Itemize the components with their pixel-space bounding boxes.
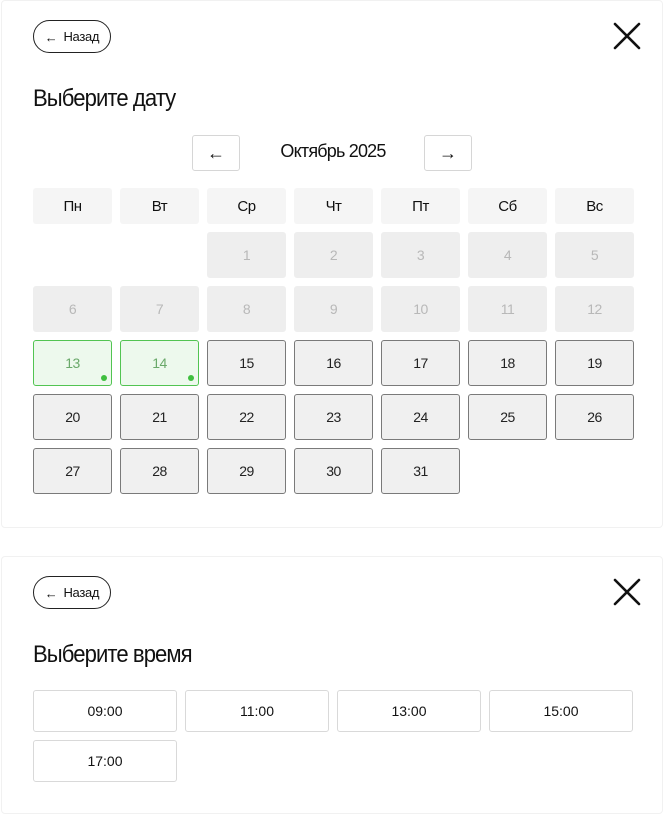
day-number: 9 — [329, 301, 338, 317]
day-number: 7 — [155, 301, 164, 317]
weekday-label: Чт — [294, 188, 373, 224]
calendar-day-18[interactable]: 18 — [468, 340, 547, 386]
calendar-day-1: 1 — [207, 232, 286, 278]
day-number: 4 — [503, 247, 512, 263]
day-number: 17 — [413, 355, 428, 371]
prev-month-button[interactable]: ← — [192, 135, 240, 171]
day-number: 2 — [329, 247, 338, 263]
time-slot-button[interactable]: 09:00 — [33, 690, 177, 732]
day-number: 18 — [500, 355, 515, 371]
back-button-label: Назад — [63, 585, 100, 600]
day-number: 15 — [239, 355, 254, 371]
day-number: 27 — [65, 463, 80, 479]
close-icon[interactable] — [613, 578, 641, 606]
date-picker-card: ← Назад Выберите дату ← Октябрь 2025 → П… — [1, 0, 663, 528]
day-number: 19 — [587, 355, 602, 371]
arrow-left-icon: ← — [207, 142, 225, 163]
calendar-day-21[interactable]: 21 — [120, 394, 199, 440]
arrow-left-icon: ← — [44, 586, 58, 601]
day-number: 14 — [152, 355, 167, 371]
calendar-day-29[interactable]: 29 — [207, 448, 286, 494]
calendar-day-17[interactable]: 17 — [381, 340, 460, 386]
arrow-right-icon: → — [439, 142, 457, 163]
calendar-day-23[interactable]: 23 — [294, 394, 373, 440]
calendar-day-27[interactable]: 27 — [33, 448, 112, 494]
day-number: 22 — [239, 409, 254, 425]
time-slots: 09:00 11:00 13:00 15:00 17:00 — [33, 690, 633, 782]
day-number: 6 — [68, 301, 77, 317]
day-number: 30 — [326, 463, 341, 479]
month-label: Октябрь 2025 — [280, 141, 386, 161]
calendar-day-8: 8 — [207, 286, 286, 332]
calendar-day-13[interactable]: 13 — [33, 340, 112, 386]
day-number: 11 — [500, 301, 515, 317]
calendar-day-10: 10 — [381, 286, 460, 332]
calendar-day-31[interactable]: 31 — [381, 448, 460, 494]
calendar-day-6: 6 — [33, 286, 112, 332]
calendar-day-30[interactable]: 30 — [294, 448, 373, 494]
calendar-day-3: 3 — [381, 232, 460, 278]
weekday-label: Пт — [381, 188, 460, 224]
weekday-label: Сб — [468, 188, 547, 224]
back-button[interactable]: ← Назад — [33, 576, 111, 609]
calendar-day-14[interactable]: 14 — [120, 340, 199, 386]
calendar-day-28[interactable]: 28 — [120, 448, 199, 494]
day-number: 1 — [242, 247, 251, 263]
day-number: 13 — [65, 355, 80, 371]
time-slot-button[interactable]: 15:00 — [489, 690, 633, 732]
weekday-label: Ср — [207, 188, 286, 224]
calendar-day-20[interactable]: 20 — [33, 394, 112, 440]
day-number: 21 — [152, 409, 167, 425]
day-number: 31 — [413, 463, 428, 479]
time-picker-card: ← Назад Выберите время 09:00 11:00 13:00… — [1, 556, 663, 814]
day-number: 5 — [590, 247, 599, 263]
day-number: 24 — [413, 409, 428, 425]
back-button[interactable]: ← Назад — [33, 20, 111, 53]
calendar-day-25[interactable]: 25 — [468, 394, 547, 440]
calendar-day-15[interactable]: 15 — [207, 340, 286, 386]
day-number: 8 — [242, 301, 251, 317]
back-button-label: Назад — [63, 29, 100, 44]
page-title: Выберите время — [33, 641, 193, 668]
weekday-header: Пн Вт Ср Чт Пт Сб Вс — [33, 188, 634, 224]
calendar-day-5: 5 — [555, 232, 634, 278]
calendar-days: 1 2 3 4 5 6 7 8 9 10 11 12 13 14 15 16 17 18 19 20 21 22 23 24 2… — [33, 232, 634, 494]
calendar-day-9: 9 — [294, 286, 373, 332]
arrow-left-icon: ← — [44, 30, 58, 45]
calendar-day-16[interactable]: 16 — [294, 340, 373, 386]
calendar-day-22[interactable]: 22 — [207, 394, 286, 440]
day-number: 16 — [326, 355, 341, 371]
calendar-empty-cell — [120, 232, 199, 278]
next-month-button[interactable]: → — [424, 135, 472, 171]
weekday-label: Вс — [555, 188, 634, 224]
calendar-day-24[interactable]: 24 — [381, 394, 460, 440]
day-number: 20 — [65, 409, 80, 425]
calendar-empty-cell — [33, 232, 112, 278]
calendar-day-11: 11 — [468, 286, 547, 332]
day-number: 28 — [152, 463, 167, 479]
time-slot-button[interactable]: 17:00 — [33, 740, 177, 782]
day-number: 3 — [416, 247, 425, 263]
day-number: 26 — [587, 409, 602, 425]
weekday-label: Вт — [120, 188, 199, 224]
day-number: 29 — [239, 463, 254, 479]
page-title: Выберите дату — [33, 85, 176, 112]
time-slot-button[interactable]: 13:00 — [337, 690, 481, 732]
calendar-day-26[interactable]: 26 — [555, 394, 634, 440]
availability-dot-icon — [188, 375, 194, 381]
day-number: 23 — [326, 409, 341, 425]
close-icon[interactable] — [613, 22, 641, 50]
calendar-day-19[interactable]: 19 — [555, 340, 634, 386]
time-slot-button[interactable]: 11:00 — [185, 690, 329, 732]
calendar-day-7: 7 — [120, 286, 199, 332]
calendar-day-4: 4 — [468, 232, 547, 278]
calendar-day-12: 12 — [555, 286, 634, 332]
day-number: 25 — [500, 409, 515, 425]
calendar-day-2: 2 — [294, 232, 373, 278]
availability-dot-icon — [101, 375, 107, 381]
day-number: 12 — [587, 301, 602, 317]
weekday-label: Пн — [33, 188, 112, 224]
day-number: 10 — [413, 301, 428, 317]
